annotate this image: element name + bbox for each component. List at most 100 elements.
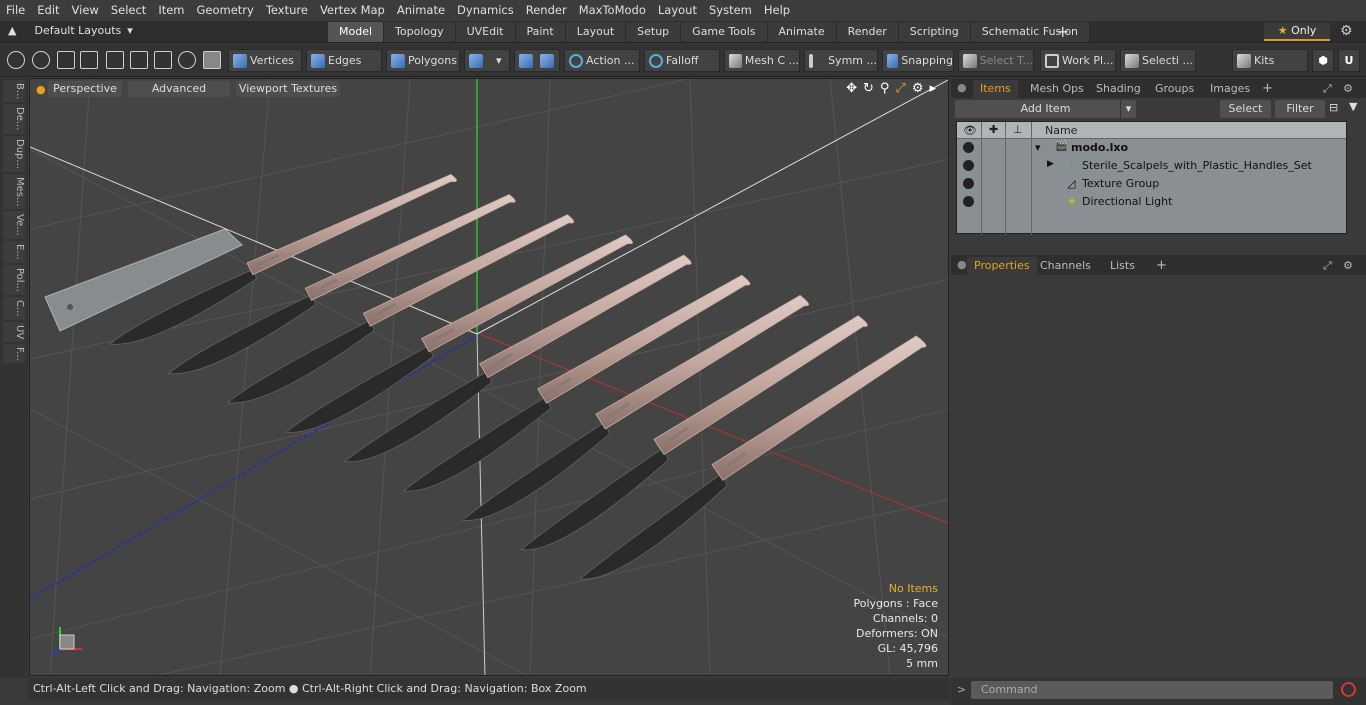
tab-items[interactable]: Items xyxy=(973,80,1018,98)
menu-view[interactable]: View xyxy=(66,0,105,21)
tab-mesh-ops[interactable]: Mesh Ops xyxy=(1023,80,1091,98)
symmetry-button[interactable]: Symm ... xyxy=(804,49,878,72)
grid-icon[interactable] xyxy=(130,51,148,69)
tab-paint[interactable]: Paint xyxy=(515,22,566,42)
snapping-button[interactable]: Snapping xyxy=(882,49,954,72)
align-icon[interactable] xyxy=(106,51,124,69)
menu-file[interactable]: File xyxy=(0,0,31,21)
3d-viewport[interactable]: ● Perspective Advanced Viewport Textures… xyxy=(29,78,949,676)
selection-button[interactable]: Selecti ... xyxy=(1120,49,1196,72)
add-tab-icon[interactable]: + xyxy=(1149,257,1174,275)
tab-schematic-fusion[interactable]: Schematic Fusion xyxy=(970,22,1091,42)
shield-icon[interactable] xyxy=(203,51,221,69)
tab-topology[interactable]: Topology xyxy=(384,22,456,42)
vtab-deform[interactable]: De... xyxy=(3,104,25,134)
command-input[interactable]: Command xyxy=(971,681,1333,699)
expand-arrow-icon[interactable]: ▸ xyxy=(929,81,936,96)
advanced-button[interactable]: Advanced xyxy=(128,81,230,97)
menu-item[interactable]: Item xyxy=(152,0,190,21)
tab-images[interactable]: Images xyxy=(1203,80,1257,98)
unity-icon[interactable]: ⬢ xyxy=(1312,49,1334,72)
menu-system[interactable]: System xyxy=(703,0,758,21)
eye-icon[interactable] xyxy=(963,142,974,153)
menu-texture[interactable]: Texture xyxy=(260,0,314,21)
filter-button[interactable]: Filter xyxy=(1275,100,1325,118)
collapse-arrow-icon[interactable]: ▾ xyxy=(1035,141,1041,154)
polygons-button[interactable]: Polygons xyxy=(386,49,460,72)
tree-row-scalpels[interactable]: ▶ ⊥ Sterile_Scalpels_with_Plastic_Handle… xyxy=(957,157,1346,175)
menu-select[interactable]: Select xyxy=(105,0,152,21)
menu-layout[interactable]: Layout xyxy=(652,0,703,21)
tab-lists[interactable]: Lists xyxy=(1103,257,1142,275)
kits-button[interactable]: Kits xyxy=(1232,49,1308,72)
vtab-vertex[interactable]: Ve... xyxy=(3,211,25,240)
collapse-icon[interactable]: ⊟ xyxy=(1329,101,1338,114)
eye-icon[interactable] xyxy=(963,196,974,207)
tab-properties[interactable]: Properties xyxy=(967,257,1037,275)
viewport-textures-button[interactable]: Viewport Textures xyxy=(236,81,340,97)
falloff-button[interactable]: Falloff xyxy=(644,49,720,72)
vtab-curve[interactable]: C... xyxy=(3,296,25,320)
zoom-icon[interactable]: ⚲ xyxy=(880,81,890,96)
vtab-polygon[interactable]: Pol... xyxy=(3,264,25,295)
tab-animate[interactable]: Animate xyxy=(767,22,837,42)
unreal-icon[interactable]: U xyxy=(1338,49,1360,72)
select-button[interactable]: Select xyxy=(1220,100,1271,118)
menu-vertex-map[interactable]: Vertex Map xyxy=(314,0,391,21)
menu-edit[interactable]: Edit xyxy=(31,0,65,21)
select-t-button[interactable]: Select T... xyxy=(958,49,1034,72)
tab-shading[interactable]: Shading xyxy=(1089,80,1148,98)
vtab-uv[interactable]: UV xyxy=(3,321,25,342)
tab-scripting[interactable]: Scripting xyxy=(898,22,971,42)
fit-icon[interactable]: ⤢ xyxy=(895,81,905,96)
edges-button[interactable]: Edges xyxy=(306,49,382,72)
eye-icon[interactable] xyxy=(963,178,974,189)
vtab-basic[interactable]: B... xyxy=(3,80,25,103)
add-item-button[interactable]: Add Item ▾ xyxy=(955,100,1136,118)
menu-render[interactable]: Render xyxy=(520,0,573,21)
tab-groups[interactable]: Groups xyxy=(1148,80,1201,98)
tab-channels[interactable]: Channels xyxy=(1033,257,1098,275)
move-icon[interactable]: ✥ xyxy=(846,81,857,96)
vtab-fusion[interactable]: F... xyxy=(3,343,25,364)
no-icon[interactable] xyxy=(178,51,196,69)
vtab-duplicate[interactable]: Dup... xyxy=(3,135,25,172)
add-tab-icon[interactable]: + xyxy=(1255,80,1280,98)
tab-game-tools[interactable]: Game Tools xyxy=(681,22,768,42)
rotate-icon[interactable]: ↻ xyxy=(863,81,874,96)
only-button[interactable]: ★ Only xyxy=(1264,23,1330,41)
tree-row-texture-group[interactable]: ◿ Texture Group xyxy=(957,175,1346,193)
menu-animate[interactable]: Animate xyxy=(391,0,451,21)
vtab-edge[interactable]: E... xyxy=(3,241,25,263)
name-column-header[interactable]: Name xyxy=(1045,124,1077,137)
panel-gear-icon[interactable]: ⚙ xyxy=(1336,80,1360,98)
tab-render[interactable]: Render xyxy=(836,22,899,42)
tree-row-modo[interactable]: ▾ 🎬 modo.lxo xyxy=(957,139,1346,157)
add-tab-icon[interactable]: + xyxy=(1056,22,1069,42)
menu-help[interactable]: Help xyxy=(758,0,796,21)
globe-icon[interactable] xyxy=(32,51,50,69)
component-mode-button[interactable] xyxy=(514,49,560,72)
menu-geometry[interactable]: Geometry xyxy=(191,0,260,21)
eye-icon[interactable] xyxy=(963,160,974,171)
work-plane-button[interactable]: Work Pl... xyxy=(1040,49,1116,72)
mesh-c-button[interactable]: Mesh C ... xyxy=(724,49,800,72)
brush-icon[interactable] xyxy=(80,51,98,69)
tab-layout[interactable]: Layout xyxy=(565,22,627,42)
menu-maxtomodo[interactable]: MaxToModo xyxy=(573,0,652,21)
record-icon[interactable] xyxy=(1341,682,1356,697)
select-circle-icon[interactable] xyxy=(7,51,25,69)
vtab-mesh[interactable]: Mes... xyxy=(3,173,25,210)
funnel-icon[interactable]: ▼ xyxy=(1349,100,1357,113)
pen-icon[interactable] xyxy=(57,51,75,69)
tab-model[interactable]: Model xyxy=(328,22,385,42)
layout-dropdown[interactable]: ▲ Default Layouts ▾ xyxy=(8,24,133,37)
menu-dynamics[interactable]: Dynamics xyxy=(451,0,520,21)
settings-icon[interactable]: ⚙ xyxy=(912,81,924,96)
tab-setup[interactable]: Setup xyxy=(626,22,682,42)
expand-arrow-icon[interactable]: ▶ xyxy=(1047,159,1054,169)
action-button[interactable]: Action ... xyxy=(564,49,640,72)
tab-uvedit[interactable]: UVEdit xyxy=(455,22,516,42)
gear-icon[interactable]: ⚙ xyxy=(1340,23,1353,39)
panel-gear-icon[interactable]: ⚙ xyxy=(1336,257,1360,275)
